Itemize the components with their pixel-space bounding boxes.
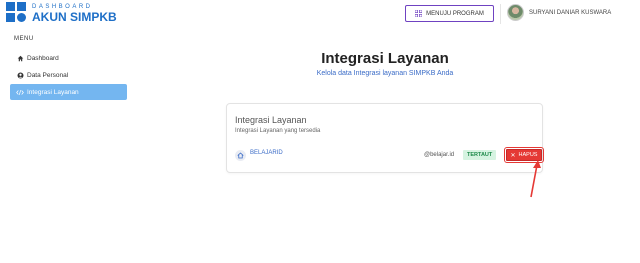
home-icon [15,55,25,62]
sidebar-item-label: Integrasi Layanan [27,88,79,96]
code-icon [15,89,25,96]
status-badge: TERTAUT [463,150,497,160]
sidebar-item-label: Dashboard [27,54,59,62]
logo-title: AKUN SIMPKB [32,9,117,24]
card-subtitle: Integrasi Layanan yang tersedia [235,128,321,134]
grid-icon [415,10,423,17]
sidebar-item-label: Data Personal [27,71,69,79]
service-name: BELAJARID [250,150,283,156]
user-icon [15,71,25,79]
integration-card: Integrasi Layanan Integrasi Layanan yang… [226,103,544,173]
annotation-arrow-icon [530,160,541,198]
service-logo-icon [235,150,246,161]
page-title: Integrasi Layanan [321,50,449,67]
sidebar-item-integrasi-layanan[interactable]: Integrasi Layanan [10,84,127,100]
menu-program-button[interactable]: MENUJU PROGRAM [405,5,494,22]
user-menu[interactable]: SURYANI DANIAR KUSWARA [507,4,611,21]
page-subtitle: Kelola data Integrasi layanan SIMPKB And… [316,70,454,77]
logo-icon [6,2,28,24]
service-account: @belajar.id [424,152,455,158]
header-divider [500,4,501,24]
sidebar-item-data-personal[interactable]: Data Personal [10,67,127,83]
sidebar-title: MENU [14,36,34,42]
list-item: BELAJARID @belajar.id TERTAUT ✕ HAPUS [235,147,544,163]
top-header: DASHBOARD AKUN SIMPKB MENUJU PROGRAM SUR… [0,0,640,28]
user-name: SURYANI DANIAR KUSWARA [529,9,612,16]
sidebar-item-dashboard[interactable]: Dashboard [10,50,127,66]
avatar [507,4,524,21]
logo-subtitle: DASHBOARD [32,3,93,10]
menu-program-label: MENUJU PROGRAM [426,10,484,17]
sidebar: MENU Dashboard Data Personal Integrasi L… [0,28,150,263]
card-title: Integrasi Layanan [235,115,307,125]
close-icon: ✕ [510,152,516,159]
app-logo[interactable]: DASHBOARD AKUN SIMPKB [6,2,117,24]
